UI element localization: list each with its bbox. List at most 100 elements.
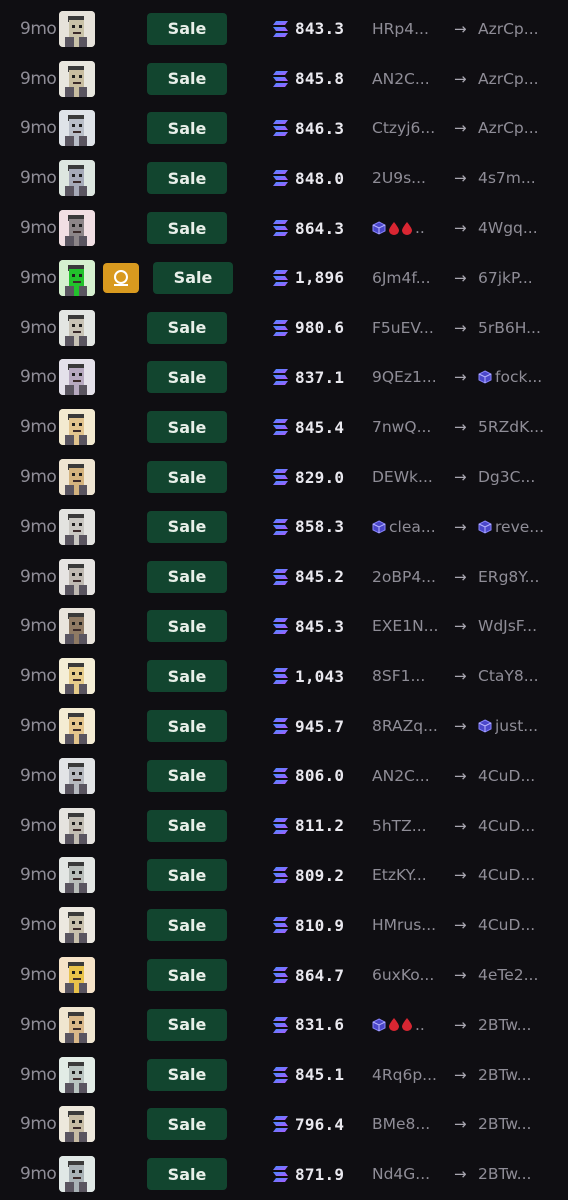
activity-row[interactable]: 9mo Sale 809.2 EtzKY... → 4CuD... xyxy=(0,851,568,901)
activity-row[interactable]: 9mo Sale 845.3 EXE1N... → WdJsF... xyxy=(0,602,568,652)
activity-row[interactable]: 9mo Sale 945.7 8RAZq... → just... xyxy=(0,701,568,751)
nft-avatar[interactable] xyxy=(59,409,95,446)
activity-row[interactable]: 9mo Sale 811.2 5hTZ... → 4CuD... xyxy=(0,801,568,851)
activity-row[interactable]: 9mo Sale 1,896 6Jm4f... → 67jkP... xyxy=(0,253,568,303)
nft-avatar[interactable] xyxy=(59,558,95,595)
seller-address[interactable]: 5hTZ... xyxy=(372,817,448,835)
buyer-address[interactable]: CtaY8... xyxy=(478,667,554,685)
nft-avatar[interactable] xyxy=(59,1006,95,1043)
buyer-address[interactable]: 4Wgq... xyxy=(478,219,554,237)
sale-tag-button[interactable]: Sale xyxy=(147,809,227,842)
seller-address[interactable]: 4Rq6p... xyxy=(372,1066,448,1084)
seller-address[interactable]: 2U9s... xyxy=(372,169,448,187)
activity-row[interactable]: 9mo Sale 864.7 6uxKo... → 4eTe2... xyxy=(0,950,568,1000)
seller-address[interactable]: HRp4... xyxy=(372,20,448,38)
activity-row[interactable]: 9mo Sale 848.0 2U9s... → 4s7m... xyxy=(0,153,568,203)
seller-address[interactable]: 6uxKo... xyxy=(372,966,448,984)
activity-row[interactable]: 9mo Sale 864.3.. → 4Wgq... xyxy=(0,203,568,253)
buyer-address[interactable]: 5rB6H... xyxy=(478,319,554,337)
buyer-address[interactable]: WdJsF... xyxy=(478,617,554,635)
sale-tag-button[interactable]: Sale xyxy=(147,959,227,992)
sale-tag-button[interactable]: Sale xyxy=(153,261,233,294)
seller-address[interactable]: BMe8... xyxy=(372,1115,448,1133)
buyer-address[interactable]: AzrCp... xyxy=(478,119,554,137)
sale-tag-button[interactable]: Sale xyxy=(147,12,227,45)
seller-address[interactable]: DEWk... xyxy=(372,468,448,486)
seller-address[interactable]: 8SF1... xyxy=(372,667,448,685)
seller-address[interactable]: 8RAZq... xyxy=(372,717,448,735)
buyer-address[interactable]: 2BTw... xyxy=(478,1066,554,1084)
sale-tag-button[interactable]: Sale xyxy=(147,660,227,693)
nft-avatar[interactable] xyxy=(59,160,95,197)
sale-tag-button[interactable]: Sale xyxy=(147,759,227,792)
buyer-address[interactable]: fock... xyxy=(478,368,554,386)
sale-tag-button[interactable]: Sale xyxy=(147,710,227,743)
activity-row[interactable]: 9mo Sale 845.4 7nwQ... → 5RZdK... xyxy=(0,402,568,452)
nft-avatar[interactable] xyxy=(59,508,95,545)
buyer-address[interactable]: 5RZdK... xyxy=(478,418,554,436)
nft-avatar[interactable] xyxy=(59,10,95,47)
seller-address[interactable]: 7nwQ... xyxy=(372,418,448,436)
nft-avatar[interactable] xyxy=(59,459,95,496)
seller-address[interactable]: HMrus... xyxy=(372,916,448,934)
activity-row[interactable]: 9mo Sale 1,043 8SF1... → CtaY8... xyxy=(0,651,568,701)
buyer-address[interactable]: 2BTw... xyxy=(478,1115,554,1133)
activity-row[interactable]: 9mo Sale 858.3 clea... → reve... xyxy=(0,502,568,552)
activity-row[interactable]: 9mo Sale 806.0 AN2C... → 4CuD... xyxy=(0,751,568,801)
seller-address[interactable]: 2oBP4... xyxy=(372,568,448,586)
sale-tag-button[interactable]: Sale xyxy=(147,461,227,494)
sale-tag-button[interactable]: Sale xyxy=(147,162,227,195)
rarity-badge[interactable] xyxy=(103,262,139,293)
activity-row[interactable]: 9mo Sale 845.2 2oBP4... → ERg8Y... xyxy=(0,552,568,602)
buyer-address[interactable]: 4CuD... xyxy=(478,817,554,835)
buyer-address[interactable]: ERg8Y... xyxy=(478,568,554,586)
sale-tag-button[interactable]: Sale xyxy=(147,1158,227,1191)
seller-address[interactable]: AN2C... xyxy=(372,767,448,785)
activity-row[interactable]: 9mo Sale 829.0 DEWk... → Dg3C... xyxy=(0,452,568,502)
nft-avatar[interactable] xyxy=(59,259,95,296)
nft-avatar[interactable] xyxy=(59,359,95,396)
activity-row[interactable]: 9mo Sale 843.3 HRp4... → AzrCp... xyxy=(0,4,568,54)
nft-avatar[interactable] xyxy=(59,1106,95,1143)
activity-row[interactable]: 9mo Sale 871.9 Nd4G... → 2BTw... xyxy=(0,1149,568,1199)
activity-row[interactable]: 9mo Sale 845.1 4Rq6p... → 2BTw... xyxy=(0,1050,568,1100)
sale-tag-button[interactable]: Sale xyxy=(147,212,227,245)
nft-avatar[interactable] xyxy=(59,708,95,745)
activity-row[interactable]: 9mo Sale 846.3 Ctzyj6... → AzrCp... xyxy=(0,104,568,154)
sale-tag-button[interactable]: Sale xyxy=(147,411,227,444)
sale-tag-button[interactable]: Sale xyxy=(147,311,227,344)
sale-tag-button[interactable]: Sale xyxy=(147,361,227,394)
seller-address[interactable]: 6Jm4f... xyxy=(372,269,448,287)
nft-avatar[interactable] xyxy=(59,1056,95,1093)
nft-avatar[interactable] xyxy=(59,1156,95,1193)
activity-row[interactable]: 9mo Sale 831.6.. → 2BTw... xyxy=(0,1000,568,1050)
seller-address[interactable]: .. xyxy=(372,1016,448,1034)
buyer-address[interactable]: 4eTe2... xyxy=(478,966,554,984)
sale-tag-button[interactable]: Sale xyxy=(147,510,227,543)
seller-address[interactable]: Ctzyj6... xyxy=(372,119,448,137)
nft-avatar[interactable] xyxy=(59,60,95,97)
sale-tag-button[interactable]: Sale xyxy=(147,112,227,145)
activity-row[interactable]: 9mo Sale 810.9 HMrus... → 4CuD... xyxy=(0,900,568,950)
nft-avatar[interactable] xyxy=(59,110,95,147)
activity-row[interactable]: 9mo Sale 837.1 9QEz1... → fock... xyxy=(0,353,568,403)
buyer-address[interactable]: 4s7m... xyxy=(478,169,554,187)
seller-address[interactable]: F5uEV... xyxy=(372,319,448,337)
sale-tag-button[interactable]: Sale xyxy=(147,62,227,95)
seller-address[interactable]: AN2C... xyxy=(372,70,448,88)
buyer-address[interactable]: Dg3C... xyxy=(478,468,554,486)
seller-address[interactable]: Nd4G... xyxy=(372,1165,448,1183)
buyer-address[interactable]: 2BTw... xyxy=(478,1016,554,1034)
sale-tag-button[interactable]: Sale xyxy=(147,610,227,643)
nft-avatar[interactable] xyxy=(59,309,95,346)
activity-row[interactable]: 9mo Sale 980.6 F5uEV... → 5rB6H... xyxy=(0,303,568,353)
sale-tag-button[interactable]: Sale xyxy=(147,859,227,892)
nft-avatar[interactable] xyxy=(59,857,95,894)
nft-avatar[interactable] xyxy=(59,608,95,645)
sale-tag-button[interactable]: Sale xyxy=(147,1058,227,1091)
buyer-address[interactable]: 4CuD... xyxy=(478,916,554,934)
seller-address[interactable]: clea... xyxy=(372,518,448,536)
buyer-address[interactable]: AzrCp... xyxy=(478,20,554,38)
buyer-address[interactable]: just... xyxy=(478,717,554,735)
nft-avatar[interactable] xyxy=(59,210,95,247)
